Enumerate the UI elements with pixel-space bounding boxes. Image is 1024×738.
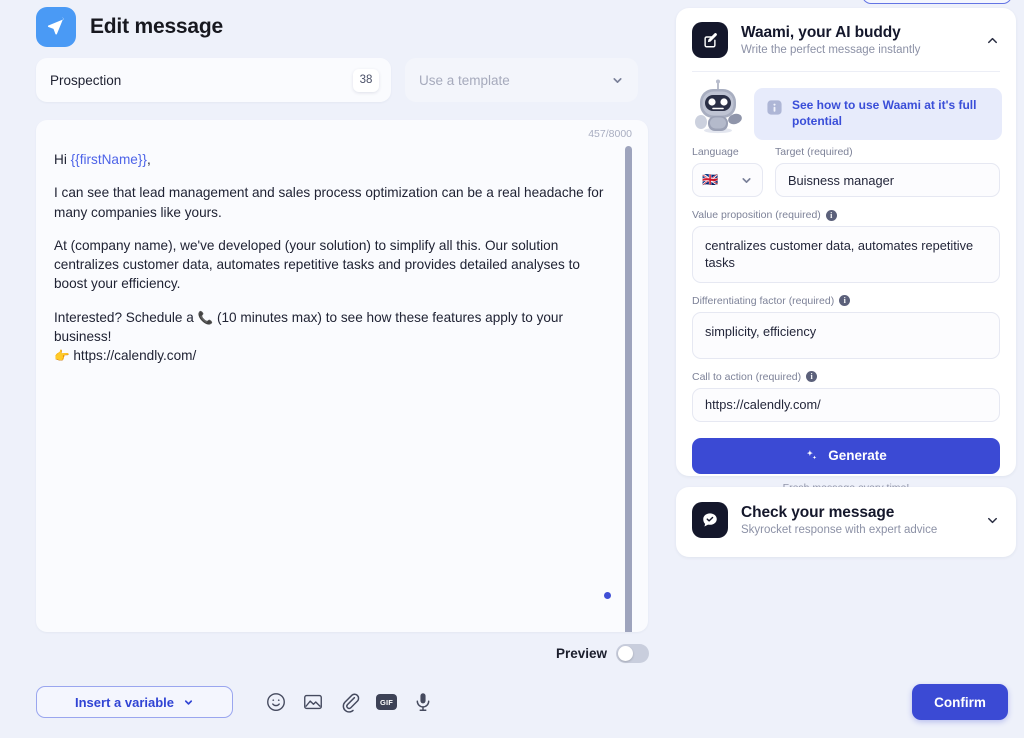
- assistant-pane: Waami, your AI buddy Write the perfect m…: [670, 0, 1024, 738]
- chevron-down-icon[interactable]: [985, 513, 1000, 528]
- message-paragraph-greeting: Hi {{firstName}},: [54, 150, 614, 169]
- differentiating-factor-input[interactable]: simplicity, efficiency: [692, 311, 1000, 359]
- waami-card: Waami, your AI buddy Write the perfect m…: [676, 8, 1016, 494]
- tag-count-badge: 38: [353, 68, 379, 92]
- editor-bottom-toolbar: Insert a variable GIF: [36, 686, 434, 718]
- differentiating-factor-label-text: Differentiating factor (required): [692, 294, 835, 307]
- check-message-header[interactable]: Check your message Skyrocket response wi…: [676, 487, 1016, 538]
- preview-label: Preview: [556, 646, 608, 661]
- info-tooltip-icon[interactable]: i: [806, 371, 818, 383]
- message-paragraph-2: I can see that lead management and sales…: [54, 185, 604, 220]
- attachment-paperclip-icon[interactable]: [339, 691, 361, 713]
- tag-field[interactable]: Prospection 38: [36, 58, 391, 102]
- editor-scrollbar-track[interactable]: [625, 146, 632, 632]
- waami-banner-row: See how to use Waami at it's full potent…: [676, 72, 1016, 140]
- language-target-row: Language 🇬🇧 Target (required) Buisness m…: [692, 146, 1000, 197]
- character-counter: 457/8000: [588, 128, 632, 140]
- flag-icon: 🇬🇧: [702, 172, 719, 188]
- target-group: Target (required) Buisness manager: [775, 146, 1000, 197]
- sparkles-icon: [805, 449, 818, 462]
- insert-variable-label: Insert a variable: [75, 694, 174, 710]
- image-icon[interactable]: [302, 691, 324, 713]
- robot-mascot-icon: [688, 78, 748, 140]
- send-paper-plane-icon: [36, 7, 76, 47]
- information-icon: [766, 99, 783, 116]
- call-to-action-input[interactable]: https://calendly.com/: [692, 387, 1000, 422]
- emoji-icon[interactable]: [265, 691, 287, 713]
- page-title: Edit message: [90, 15, 223, 38]
- calendly-link: https://calendly.com/: [73, 348, 197, 364]
- attachment-icon-group: GIF: [265, 691, 434, 713]
- greeting-prefix: Hi: [54, 152, 71, 167]
- call-to-action-group: Call to action (required) i https://cale…: [692, 371, 1000, 422]
- check-message-card[interactable]: Check your message Skyrocket response wi…: [676, 487, 1016, 557]
- preview-toggle[interactable]: [616, 644, 650, 663]
- message-editor-pane: Edit message Prospection 38 Use a templa…: [0, 0, 1008, 738]
- text-cursor-dot: [604, 592, 611, 599]
- paragraph-4-before: Interested? Schedule a: [54, 309, 198, 325]
- waami-card-header[interactable]: Waami, your AI buddy Write the perfect m…: [676, 8, 1016, 58]
- chevron-down-icon: [183, 697, 194, 708]
- first-name-variable: {{firstName}}: [70, 152, 147, 167]
- value-proposition-group: Value proposition (required) i centraliz…: [692, 209, 1000, 283]
- language-select[interactable]: 🇬🇧: [692, 163, 763, 197]
- target-label: Target (required): [775, 146, 853, 158]
- edit-square-icon: [692, 22, 728, 58]
- message-paragraph-3: At (company name), we've developed (your…: [54, 237, 580, 292]
- toggle-knob: [618, 646, 634, 661]
- message-paragraph-4: Interested? Schedule a 📞 (10 minutes max…: [54, 308, 614, 366]
- message-textarea[interactable]: 457/8000 Hi {{firstName}}, I can see tha…: [36, 120, 648, 632]
- target-input[interactable]: Buisness manager: [775, 163, 1000, 197]
- phone-emoji-icon: 📞: [197, 309, 214, 325]
- call-to-action-label-text: Call to action (required): [692, 370, 802, 383]
- chevron-down-icon: [740, 174, 753, 187]
- info-tooltip-icon[interactable]: i: [839, 295, 851, 307]
- editor-top-row: Prospection 38 Use a template: [36, 58, 638, 102]
- template-placeholder: Use a template: [419, 72, 510, 88]
- chevron-up-icon[interactable]: [985, 33, 1000, 48]
- pointing-hand-emoji-icon: 👉: [54, 348, 70, 364]
- microphone-icon[interactable]: [412, 691, 434, 713]
- value-proposition-label: Value proposition (required) i: [692, 209, 1000, 221]
- preview-toggle-row: Preview: [556, 644, 650, 663]
- check-message-subtitle: Skyrocket response with expert advice: [741, 524, 938, 536]
- tag-label: Prospection: [50, 72, 122, 88]
- language-label: Language: [692, 146, 739, 158]
- greeting-suffix: ,: [146, 152, 151, 167]
- language-group: Language 🇬🇧: [692, 146, 763, 197]
- waami-tutorial-banner[interactable]: See how to use Waami at it's full potent…: [754, 88, 1002, 140]
- offscreen-button-top[interactable]: [862, 0, 1012, 4]
- template-select[interactable]: Use a template: [405, 58, 638, 102]
- page-header: Edit message: [36, 7, 223, 47]
- generate-button-label: Generate: [828, 448, 887, 464]
- chat-check-icon: [692, 502, 728, 538]
- message-body-text[interactable]: Hi {{firstName}}, I can see that lead ma…: [54, 150, 614, 366]
- check-message-texts: Check your message Skyrocket response wi…: [741, 504, 985, 536]
- gif-icon[interactable]: GIF: [376, 694, 397, 710]
- waami-card-subtitle: Write the perfect message instantly: [741, 44, 921, 56]
- editor-scrollbar-thumb[interactable]: [625, 146, 632, 632]
- waami-card-title: Waami, your AI buddy: [741, 24, 901, 41]
- app-root: Edit message Prospection 38 Use a templa…: [0, 0, 1024, 738]
- generate-button[interactable]: Generate: [692, 437, 1000, 474]
- chevron-down-icon: [611, 74, 624, 87]
- info-tooltip-icon[interactable]: i: [825, 209, 837, 221]
- value-proposition-label-text: Value proposition (required): [692, 209, 821, 221]
- waami-tutorial-banner-text: See how to use Waami at it's full potent…: [792, 98, 977, 128]
- differentiating-factor-label: Differentiating factor (required) i: [692, 295, 1000, 307]
- differentiating-factor-group: Differentiating factor (required) i simp…: [692, 295, 1000, 359]
- waami-form: Language 🇬🇧 Target (required) Buisness m…: [676, 146, 1016, 422]
- waami-card-texts: Waami, your AI buddy Write the perfect m…: [741, 24, 985, 56]
- insert-variable-button[interactable]: Insert a variable: [36, 686, 233, 718]
- call-to-action-label: Call to action (required) i: [692, 371, 1000, 383]
- check-message-title: Check your message: [741, 504, 895, 521]
- value-proposition-input[interactable]: centralizes customer data, automates rep…: [692, 226, 1000, 283]
